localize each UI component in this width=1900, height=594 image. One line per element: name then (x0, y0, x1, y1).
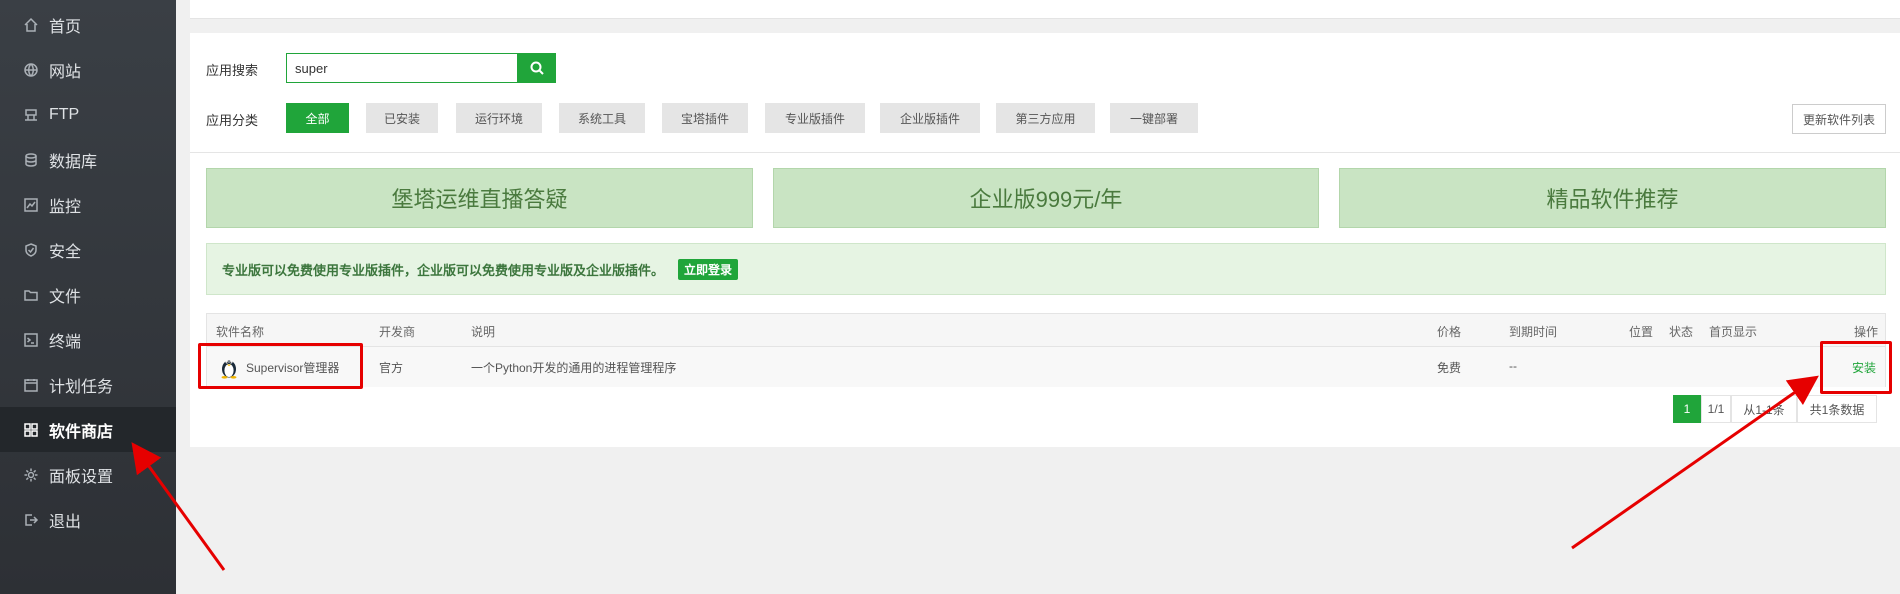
shield-icon (23, 242, 39, 258)
sidebar-item-label: 面板设置 (49, 468, 114, 486)
column-header: 软件名称 (216, 325, 265, 339)
logout-icon (23, 512, 39, 528)
sidebar-item-terminal[interactable]: 终端 (0, 317, 176, 362)
login-now-button[interactable]: 立即登录 (678, 258, 739, 280)
terminal-icon (23, 332, 39, 348)
banner-enterprise-price[interactable]: 企业版999元/年 (773, 168, 1319, 228)
sidebar-item-monitor[interactable]: 监控 (0, 182, 176, 227)
column-header: 操作 (1854, 325, 1879, 339)
column-header: 位置 (1629, 325, 1654, 339)
search-input[interactable]: super (286, 53, 518, 83)
table-header: 软件名称 开发商 说明 价格 到期时间 位置 状态 首页显示 操作 (207, 314, 1885, 347)
search-button[interactable] (518, 53, 556, 83)
category-bt-plugins[interactable]: 宝塔插件 (662, 103, 748, 133)
banner-recommended-software[interactable]: 精品软件推荐 (1339, 168, 1886, 228)
sidebar-item-label: 终端 (49, 333, 82, 351)
software-store-panel: 应用搜索 super 应用分类 全部 已安装 运行环境 系统工具 宝塔插件 专业… (190, 33, 1900, 447)
table-row: Supervisor管理器 官方 一个Python开发的通用的进程管理程序 免费… (207, 347, 1885, 387)
highlight-install-box (1820, 341, 1892, 394)
sidebar-item-database[interactable]: 数据库 (0, 137, 176, 182)
software-description: 一个Python开发的通用的进程管理程序 (471, 361, 677, 375)
gear-icon (23, 467, 39, 483)
sidebar-item-label: 数据库 (49, 153, 98, 171)
sidebar-item-files[interactable]: 文件 (0, 272, 176, 317)
software-expire: -- (1509, 359, 1517, 373)
software-developer: 官方 (379, 361, 404, 375)
pagination-range: 从1-1条 (1731, 395, 1797, 423)
sidebar-item-label: 监控 (49, 198, 82, 216)
category-enterprise-plugins[interactable]: 企业版插件 (880, 103, 980, 133)
category-pro-plugins[interactable]: 专业版插件 (765, 103, 865, 133)
divider (190, 152, 1900, 153)
category-third-party[interactable]: 第三方应用 (996, 103, 1095, 133)
software-price: 免费 (1437, 361, 1462, 375)
home-icon (23, 17, 39, 33)
sidebar-item-settings[interactable]: 面板设置 (0, 452, 176, 497)
category-one-click-deploy[interactable]: 一键部署 (1110, 103, 1198, 133)
sidebar-item-website[interactable]: 网站 (0, 47, 176, 92)
banner-live-qa[interactable]: 堡塔运维直播答疑 (206, 168, 753, 228)
top-panel-strip (190, 0, 1900, 19)
calendar-icon (23, 377, 39, 393)
update-software-list-button[interactable]: 更新软件列表 (1792, 104, 1886, 134)
software-table: 软件名称 开发商 说明 价格 到期时间 位置 状态 首页显示 操作 Superv… (206, 313, 1886, 387)
column-header: 到期时间 (1509, 325, 1558, 339)
sidebar-item-label: 首页 (49, 18, 82, 36)
pro-notice-text: 专业版可以免费使用专业版插件，企业版可以免费使用专业版及企业版插件。 (222, 262, 665, 278)
sidebar-item-label: 网站 (49, 63, 82, 81)
sidebar-item-label: 文件 (49, 288, 82, 306)
pagination-pages: 1/1 (1701, 395, 1731, 423)
pagination-total: 共1条数据 (1797, 395, 1877, 423)
monitor-icon (23, 197, 39, 213)
category-installed[interactable]: 已安装 (366, 103, 438, 133)
search-label: 应用搜索 (206, 63, 259, 78)
sidebar-item-label: 安全 (49, 243, 82, 261)
ftp-icon (23, 107, 39, 123)
column-header: 价格 (1437, 325, 1462, 339)
column-header: 说明 (471, 325, 496, 339)
column-header: 首页显示 (1709, 325, 1758, 339)
sidebar-item-cron[interactable]: 计划任务 (0, 362, 176, 407)
folder-icon (23, 287, 39, 303)
sidebar-item-home[interactable]: 首页 (0, 2, 176, 47)
column-header: 开发商 (379, 325, 416, 339)
category-all[interactable]: 全部 (286, 103, 349, 133)
database-icon (23, 152, 39, 168)
category-system-tools[interactable]: 系统工具 (559, 103, 645, 133)
search-icon (530, 61, 544, 75)
pagination-current-page[interactable]: 1 (1673, 395, 1701, 423)
sidebar-item-label: 退出 (49, 513, 82, 531)
column-header: 状态 (1669, 325, 1694, 339)
highlight-software-name-box (198, 343, 363, 389)
pro-notice: 专业版可以免费使用专业版插件，企业版可以免费使用专业版及企业版插件。 立即登录 (206, 243, 1886, 295)
sidebar-item-security[interactable]: 安全 (0, 227, 176, 272)
sidebar-item-label: FTP (49, 105, 80, 123)
sidebar-item-label: 软件商店 (49, 423, 114, 441)
sidebar-item-ftp[interactable]: FTP (0, 92, 176, 137)
grid-icon (23, 422, 39, 438)
sidebar-item-label: 计划任务 (49, 378, 114, 396)
category-runtime[interactable]: 运行环境 (456, 103, 542, 133)
category-label: 应用分类 (206, 113, 259, 128)
sidebar-item-software-store[interactable]: 软件商店 (0, 407, 176, 452)
sidebar: 首页 网站 FTP 数据库 监控 安全 文件 终端 计划任务 软件商店 面板设置 (0, 0, 176, 594)
globe-icon (23, 62, 39, 78)
sidebar-item-logout[interactable]: 退出 (0, 497, 176, 542)
